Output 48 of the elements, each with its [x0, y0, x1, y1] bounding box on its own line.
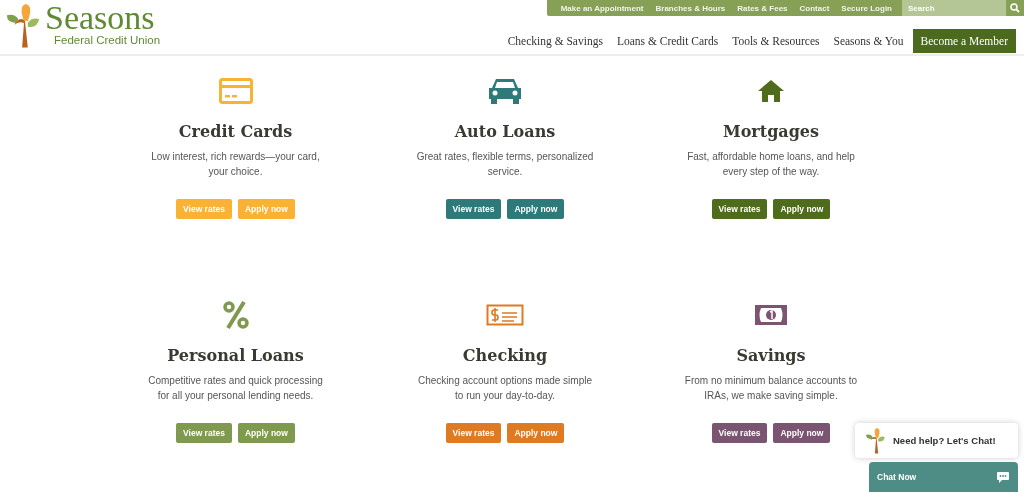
logo-wordmark: Seasons — [45, 2, 156, 34]
card-title: Credit Cards — [178, 122, 293, 141]
card-button[interactable]: View rates — [445, 423, 502, 443]
search-field[interactable]: Search — [902, 0, 1006, 16]
chat-now-bar[interactable]: Chat Now — [869, 462, 1018, 492]
nav-link[interactable]: Checking & Savings — [500, 35, 610, 47]
card-title: Savings — [736, 346, 806, 365]
card-button[interactable]: Apply now — [507, 199, 565, 219]
car-icon — [488, 77, 522, 105]
card-title: Mortgages — [722, 122, 820, 141]
card-button[interactable]: Apply now — [507, 423, 565, 443]
utility-link[interactable]: Make an Appointment — [554, 3, 650, 13]
card-description: Checking account options made simple to run your day-to-day. — [417, 374, 593, 403]
banknote-icon — [754, 304, 788, 326]
utility-link[interactable]: Contact — [793, 3, 836, 13]
card-button[interactable]: View rates — [445, 199, 502, 219]
card-button[interactable]: Apply now — [237, 423, 295, 443]
utility-link[interactable]: Secure Login — [835, 3, 898, 13]
card-title: Auto Loans — [454, 122, 556, 141]
card-description: Low interest, rich rewards—your card, your choice. — [150, 150, 321, 179]
card-description: From no minimum balance accounts to IRAs, we make saving simple. — [683, 374, 859, 403]
card-button[interactable]: Apply now — [773, 423, 831, 443]
card-description: Competitive rates and quick processing for all your personal lending needs. — [147, 374, 324, 403]
card-button[interactable]: View rates — [711, 199, 768, 219]
card-title: Checking — [462, 346, 548, 365]
logo-tagline: Federal Credit Union — [53, 34, 161, 47]
nav-link[interactable]: Loans & Credit Cards — [609, 35, 726, 47]
card-button[interactable]: Apply now — [773, 199, 831, 219]
percent-icon — [222, 301, 249, 329]
card-description: Fast, affordable home loans, and help every step of the way. — [686, 150, 856, 179]
check-icon — [486, 304, 524, 326]
nav-link[interactable]: Seasons & You — [826, 35, 911, 47]
card-description: Great rates, flexible terms, personalized service. — [415, 150, 595, 179]
card-button[interactable]: View rates — [176, 423, 232, 443]
chat-prompt: Need help? Let's Chat! — [893, 435, 996, 446]
card-title: Personal Loans — [167, 346, 304, 365]
chat-bubble-icon — [996, 470, 1010, 484]
credit-card-icon — [218, 78, 253, 104]
become-member-button[interactable]: Become a Member — [912, 29, 1016, 53]
utility-link[interactable]: Branches & Hours — [649, 3, 732, 13]
house-icon — [757, 79, 785, 103]
tree-logo-icon — [865, 427, 887, 454]
chat-popup[interactable]: Need help? Let's Chat! — [855, 423, 1018, 458]
search-icon — [1010, 3, 1020, 13]
chat-now-link[interactable]: Chat Now — [877, 472, 917, 482]
utility-link[interactable]: Rates & Fees — [731, 3, 794, 13]
card-button[interactable]: View rates — [711, 423, 768, 443]
nav-link[interactable]: Tools & Resources — [725, 35, 827, 47]
